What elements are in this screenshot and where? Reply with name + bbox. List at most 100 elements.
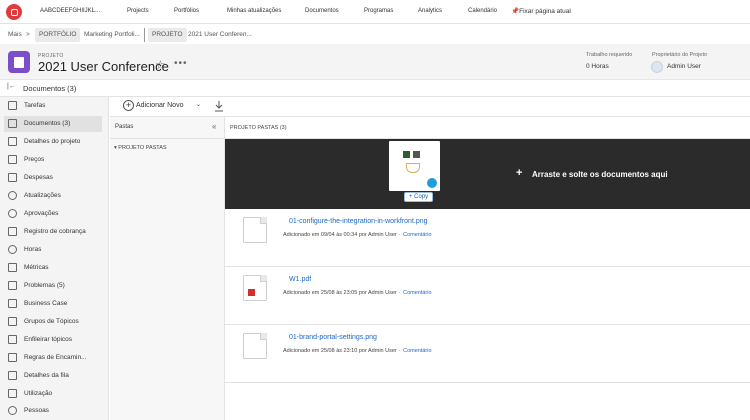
- section-title: Documentos (3): [23, 84, 77, 93]
- breadcrumb-divider: [144, 28, 145, 42]
- upload-plus-icon: +: [516, 167, 523, 179]
- thumbnail-cup-graphic: [406, 163, 420, 173]
- details-icon: [8, 137, 17, 146]
- sidebar-item-billing[interactable]: Registro de cobrança: [4, 224, 102, 240]
- more-options-button[interactable]: •••: [174, 58, 188, 69]
- drop-zone[interactable]: + Copy + Arraste e solte os documentos aq…: [225, 139, 750, 209]
- utilization-icon: [8, 389, 17, 398]
- document-meta: Adicionado em 25/08 às 23:10 por Admin U…: [283, 348, 432, 354]
- nav-my-updates[interactable]: Minhas atualizações: [227, 8, 281, 14]
- sidebar-item-label: Tarefas: [24, 102, 46, 109]
- collapse-panel-icon[interactable]: «: [212, 122, 216, 131]
- documents-header: PROJETO PASTAS (3): [225, 117, 750, 139]
- document-row[interactable]: W1.pdf Adicionado em 25/08 às 23:05 por …: [225, 267, 750, 325]
- comment-link[interactable]: Comentário: [403, 290, 431, 296]
- section-bar: |← Documentos (3): [0, 80, 750, 97]
- sidebar-item-hours[interactable]: Horas: [4, 242, 102, 258]
- sidebar-item-metrics[interactable]: Métricas: [4, 260, 102, 276]
- updates-icon: [8, 191, 17, 200]
- sidebar-item-label: Aprovações: [24, 210, 59, 217]
- document-name[interactable]: 01-configure-the-integration-in-workfron…: [289, 218, 428, 225]
- document-row[interactable]: 01-brand-portal-settings.png Adicionado …: [225, 325, 750, 383]
- sidebar-item-documents[interactable]: Documentos (3): [4, 116, 102, 132]
- document-row[interactable]: 01-configure-the-integration-in-workfron…: [225, 209, 750, 267]
- sidebar-item-queue-details[interactable]: Detalhes da fila: [4, 368, 102, 384]
- comment-link[interactable]: Comentário: [403, 348, 431, 354]
- sidebar-item-approvals[interactable]: Aprovações: [4, 206, 102, 222]
- project-icon: [8, 51, 30, 73]
- sidebar-item-label: Detalhes do projeto: [24, 138, 81, 145]
- sidebar-item-project-details[interactable]: Detalhes do projeto: [4, 134, 102, 150]
- people-icon: [8, 406, 17, 415]
- collapse-sidebar-icon[interactable]: |←: [7, 83, 16, 90]
- copy-tooltip: + Copy: [404, 192, 434, 202]
- sidebar-item-label: Horas: [24, 246, 42, 253]
- project-header: PROJETO 2021 User Conference ☆ ••• Traba…: [0, 44, 750, 80]
- sidebar-item-routing-rules[interactable]: Regras de Encamin...: [4, 350, 102, 366]
- folders-header: Pastas «: [110, 117, 225, 139]
- queue-details-icon: [8, 371, 17, 380]
- documents-icon: [8, 119, 17, 128]
- nav-analytics[interactable]: Analytics: [418, 8, 442, 14]
- expenses-icon: [8, 173, 17, 182]
- favorite-star-icon[interactable]: ☆: [155, 58, 166, 72]
- breadcrumb: Mais > PORTFÓLIO Marketing Portfoli... P…: [0, 27, 750, 44]
- dragged-file-thumbnail: [389, 141, 440, 191]
- sidebar-item-tasks[interactable]: Tarefas: [4, 98, 102, 114]
- sidebar-item-label: Registro de cobrança: [24, 228, 86, 235]
- document-name[interactable]: 01-brand-portal-settings.png: [289, 334, 377, 341]
- sidebar-item-queue-topics[interactable]: Enfileirar tópicos: [4, 332, 102, 348]
- comment-link[interactable]: Comentário: [403, 232, 431, 238]
- thumbnail-logo-dark: [413, 151, 420, 158]
- nav-programs[interactable]: Programas: [364, 8, 393, 14]
- chevron-down-icon: ⌄: [196, 102, 202, 108]
- sidebar-item-topic-groups[interactable]: Grupos de Tópicos: [4, 314, 102, 330]
- file-png-icon: [243, 217, 267, 243]
- owner-label: Proprietário do Projeto: [652, 52, 708, 58]
- document-name[interactable]: W1.pdf: [289, 276, 311, 283]
- sidebar-item-label: Enfileirar tópicos: [24, 336, 73, 343]
- nav-portfolios[interactable]: Portfólios: [174, 8, 199, 14]
- nav-documents[interactable]: Documentos: [305, 8, 339, 14]
- business-case-icon: [8, 299, 17, 308]
- approvals-icon: [8, 209, 17, 218]
- breadcrumb-project-link[interactable]: 2021 User Conferen...: [188, 31, 252, 38]
- sidebar-item-label: Grupos de Tópicos: [24, 318, 79, 325]
- billing-icon: [8, 227, 17, 236]
- sidebar-item-label: Pessoas: [24, 407, 49, 414]
- browser-icon: [427, 178, 437, 188]
- sidebar-item-issues[interactable]: Problemas (5): [4, 278, 102, 294]
- app-logo-icon[interactable]: [6, 4, 22, 20]
- sidebar-item-label: Despesas: [24, 174, 53, 181]
- nav-projects[interactable]: Projects: [127, 8, 149, 14]
- folders-panel: Pastas « ▾ PROJETO PASTAS: [110, 117, 225, 420]
- topic-groups-icon: [8, 317, 17, 326]
- documents-toolbar: + Adicionar Novo ⌄: [110, 97, 750, 117]
- documents-main: PROJETO PASTAS (3) + Copy + Arraste e sol…: [225, 117, 750, 420]
- breadcrumb-project-chip: PROJETO: [148, 28, 187, 42]
- pin-page-button[interactable]: 📌Fixar página atual: [511, 7, 571, 15]
- sidebar-item-label: Documentos (3): [24, 120, 71, 127]
- folder-tree-item[interactable]: ▾ PROJETO PASTAS: [114, 145, 167, 151]
- breadcrumb-more[interactable]: Mais: [8, 31, 22, 38]
- nav-calendar[interactable]: Calendário: [468, 8, 497, 14]
- sidebar-item-people[interactable]: Pessoas: [4, 403, 102, 419]
- document-meta: Adicionado em 25/08 às 23:05 por Admin U…: [283, 290, 432, 296]
- folder-label: PROJETO PASTAS: [118, 145, 167, 151]
- breadcrumb-portfolio-link[interactable]: Marketing Portfoli...: [84, 31, 140, 38]
- sidebar-item-business-case[interactable]: Business Case: [4, 296, 102, 312]
- top-navigation: AABCDEEFGHIIJKL... Projects Portfólios M…: [0, 0, 750, 24]
- breadcrumb-separator: >: [26, 31, 30, 38]
- sidebar-item-expenses[interactable]: Despesas: [4, 170, 102, 186]
- sidebar-item-updates[interactable]: Atualizações: [4, 188, 102, 204]
- document-meta-text: Adicionado em 25/08 às 23:10 por Admin U…: [283, 348, 401, 354]
- sidebar-item-utilization[interactable]: Utilização: [4, 386, 102, 402]
- org-name[interactable]: AABCDEEFGHIIJKL...: [40, 8, 100, 14]
- sidebar-item-label: Problemas (5): [24, 282, 65, 289]
- sidebar-item-pricing[interactable]: Preços: [4, 152, 102, 168]
- sidebar-item-label: Detalhes da fila: [24, 372, 69, 379]
- download-icon[interactable]: [214, 100, 224, 112]
- owner-name[interactable]: Admin User: [667, 63, 701, 70]
- breadcrumb-portfolio-chip: PORTFÓLIO: [35, 28, 81, 42]
- add-new-label: Adicionar Novo: [136, 102, 184, 109]
